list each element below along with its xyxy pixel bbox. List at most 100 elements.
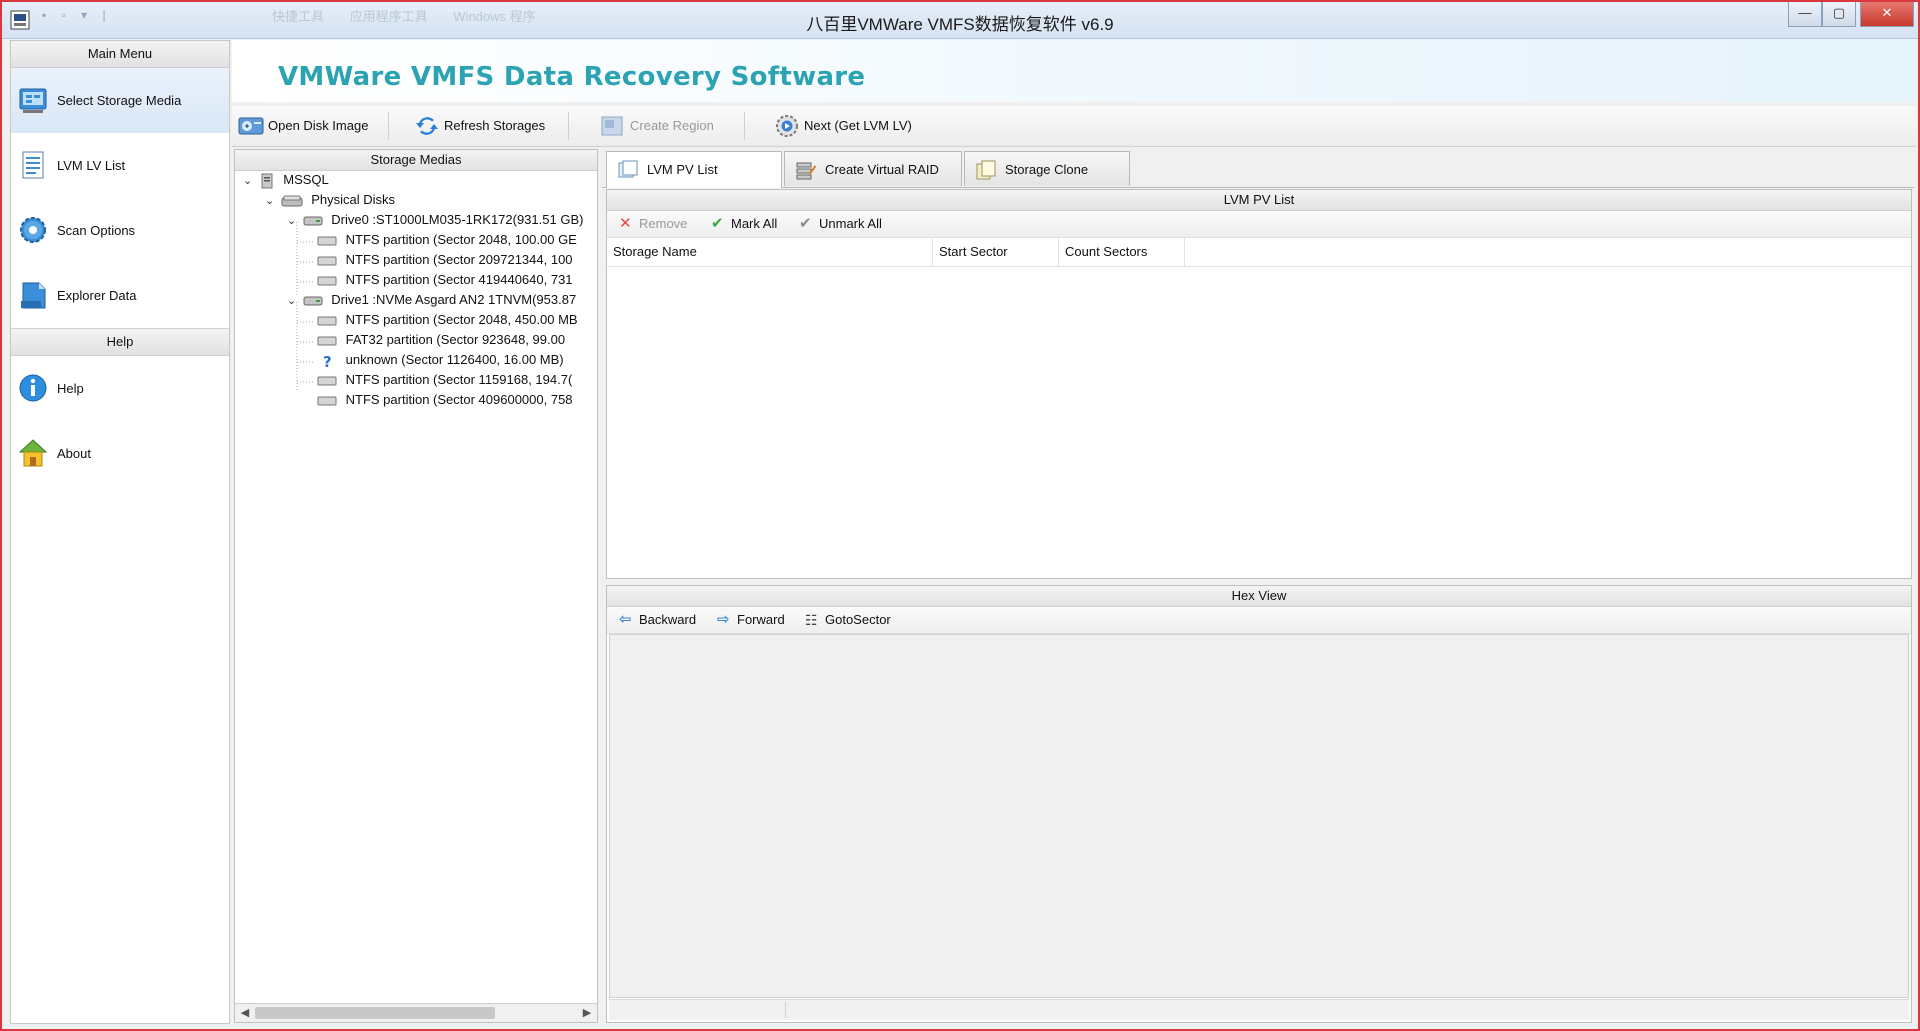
scroll-right-icon[interactable]: ▶ [579,1005,595,1021]
mark-all-label: Mark All [731,216,778,231]
tab-label: Storage Clone [1005,162,1089,177]
tab-lvm-pv-list[interactable]: LVM PV List [606,151,782,188]
app-window: ▪ ▫ ▾ | 快捷工具 应用程序工具 Windows 程序 八百里VMWare… [0,0,1920,1031]
window-title: 八百里VMWare VMFS数据恢复软件 v6.9 [806,15,1114,34]
tree-horizontal-scrollbar[interactable]: ◀ ▶ [235,1003,597,1022]
lvm-pv-list-panel: LVM PV List ✕ Remove ✔ Mark All ✔ Unmark… [606,189,1912,579]
partition-icon [317,256,337,266]
header-banner: VMWare VMFS Data Recovery Software [232,40,1916,102]
tree-node-partition[interactable]: NTFS partition (Sector 1159168, 194.7( [317,370,572,390]
refresh-storages-label: Refresh Storages [444,118,546,133]
menu-item-label: Help [57,381,84,396]
explorer-icon [21,282,46,309]
minimize-button[interactable]: — [1788,2,1822,27]
next-get-lvm-lv-label: Next (Get LVM LV) [804,118,912,133]
chevron-down-icon[interactable]: ⌄ [287,215,299,227]
next-gear-icon [776,115,798,137]
arrow-left-icon: ⇦ [619,611,632,628]
chevron-down-icon[interactable]: ⌄ [265,195,277,207]
partition-icon [317,336,337,346]
forward-button[interactable]: ⇨ Forward [715,607,785,633]
scrollbar-thumb[interactable] [255,1007,495,1019]
remove-x-icon: ✕ [619,215,632,232]
pv-list-toolbar: ✕ Remove ✔ Mark All ✔ Unmark All [607,211,1911,238]
tree-node-partition[interactable]: FAT32 partition (Sector 923648, 99.00 [317,330,565,350]
tree-node-partition[interactable]: NTFS partition (Sector 209721344, 100 [317,250,573,270]
open-disk-image-button[interactable]: Open Disk Image [236,112,368,140]
home-icon [18,439,48,467]
backward-button[interactable]: ⇦ Backward [617,607,696,633]
storage-medias-header: Storage Medias [235,150,597,171]
tree-node-physical-disks[interactable]: ⌄ Physical Disks [265,190,395,210]
tree-node-partition[interactable]: NTFS partition (Sector 2048, 450.00 MB [317,310,578,330]
partition-icon [317,376,337,386]
computer-icon [261,173,273,189]
column-header-count-sectors[interactable]: Count Sectors [1059,238,1185,266]
toolbar-separator [744,112,745,140]
column-header-start-sector[interactable]: Start Sector [933,238,1059,266]
tree-node-partition[interactable]: NTFS partition (Sector 409600000, 758 [317,390,573,410]
tree-node-drive0[interactable]: ⌄ Drive0 :ST1000LM035-1RK172(931.51 GB) [287,210,583,230]
forward-label: Forward [737,612,785,627]
menu-item-lvm-lv-list[interactable]: LVM LV List [11,133,229,198]
menu-item-select-storage-media[interactable]: Select Storage Media [11,68,229,133]
main-menu-header: Main Menu [11,41,229,68]
arrow-right-icon: ⇨ [717,611,730,628]
check-icon: ✔ [711,215,724,232]
pv-list-icon [618,160,638,178]
tree-node-label: Drive0 :ST1000LM035-1RK172(931.51 GB) [331,212,584,227]
tree-node-mssql[interactable]: ⌄ MSSQL [243,170,329,190]
tab-label: Create Virtual RAID [825,162,939,177]
scroll-left-icon[interactable]: ◀ [237,1005,253,1021]
hex-view-content[interactable] [609,634,1909,998]
tab-storage-clone[interactable]: Storage Clone [964,151,1130,186]
main-toolbar: Open Disk Image Refresh Storages Create … [232,106,1916,147]
goto-list-icon: ☷ [805,612,818,628]
menu-item-help[interactable]: Help [11,356,229,421]
tree-node-drive1[interactable]: ⌄ Drive1 :NVMe Asgard AN2 1TNVM(953.87 [287,290,576,310]
maximize-button[interactable]: ▢ [1822,2,1856,27]
partition-icon [317,316,337,326]
unmark-all-button[interactable]: ✔ Unmark All [797,211,882,237]
menu-item-explorer-data[interactable]: Explorer Data [11,263,229,328]
menu-item-label: Explorer Data [57,288,137,303]
refresh-storages-button[interactable]: Refresh Storages [412,112,545,140]
remove-button[interactable]: ✕ Remove [617,211,687,237]
partition-icon [317,236,337,246]
mark-all-button[interactable]: ✔ Mark All [709,211,777,237]
tab-create-virtual-raid[interactable]: Create Virtual RAID [784,151,962,186]
menu-item-about[interactable]: About [11,421,229,486]
tree-node-partition[interactable]: NTFS partition (Sector 2048, 100.00 GE [317,230,577,250]
create-region-button[interactable]: Create Region [598,112,714,140]
menu-item-label: About [57,446,91,461]
hex-view-toolbar: ⇦ Backward ⇨ Forward ☷ GotoSector [607,607,1911,634]
menu-item-scan-options[interactable]: Scan Options [11,198,229,263]
backward-label: Backward [639,612,697,627]
chevron-down-icon[interactable]: ⌄ [287,295,299,307]
chevron-down-icon[interactable]: ⌄ [243,175,255,187]
column-header-storage-name[interactable]: Storage Name [607,238,933,266]
info-icon [19,374,47,402]
clone-icon [976,160,996,180]
hex-status-bar [609,999,1909,1020]
status-divider [785,1002,786,1018]
menu-item-label: LVM LV List [57,158,126,173]
tree-node-unknown-partition[interactable]: ? unknown (Sector 1126400, 16.00 MB) [317,350,564,370]
pv-list-grid-header: Storage Name Start Sector Count Sectors [607,238,1911,267]
next-get-lvm-lv-button[interactable]: Next (Get LVM LV) [772,112,912,140]
partition-icon [317,396,337,406]
tree-node-label: MSSQL [283,172,329,187]
tree-node-partition[interactable]: NTFS partition (Sector 419440640, 731 [317,270,573,290]
tree-node-label: Physical Disks [311,192,396,207]
goto-sector-label: GotoSector [825,612,891,627]
close-button[interactable]: ✕ [1860,2,1914,27]
toolbar-separator [388,112,389,140]
disk-image-icon [238,117,264,135]
tree-node-label: FAT32 partition (Sector 923648, 99.00 [345,332,566,347]
raid-icon [796,162,816,180]
hard-drive-icon [303,216,323,226]
goto-sector-button[interactable]: ☷ GotoSector [803,607,891,633]
menu-item-label: Scan Options [57,223,136,238]
tree-node-label: unknown (Sector 1126400, 16.00 MB) [345,352,564,367]
toolbar-separator [568,112,569,140]
